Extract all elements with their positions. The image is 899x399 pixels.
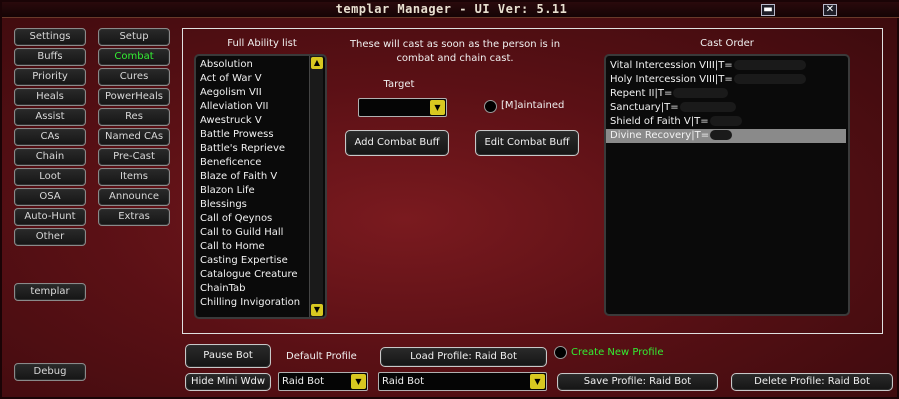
nav-button-pre-cast[interactable]: Pre-Cast (98, 148, 170, 166)
nav-button-assist[interactable]: Assist (14, 108, 86, 126)
list-item[interactable]: ChainTab (196, 282, 308, 296)
scroll-up-icon[interactable]: ▲ (311, 57, 323, 69)
profile-select[interactable]: Raid Bot ▼ (378, 372, 547, 391)
redacted-target (709, 116, 742, 126)
list-item[interactable]: Battle's Reprieve (196, 142, 308, 156)
list-item[interactable]: Repent II|T= (606, 87, 846, 101)
chevron-down-icon[interactable]: ▼ (530, 374, 545, 389)
list-item[interactable]: Battle Prowess (196, 128, 308, 142)
combat-panel: Full Ability list Absolution Act of War … (182, 28, 883, 334)
hide-mini-window-button[interactable]: Hide Mini Wdw (185, 373, 271, 391)
title-bar[interactable]: templar Manager - UI Ver: 5.11 ▬ ✕ (2, 2, 899, 18)
profile-tag-button[interactable]: templar (14, 283, 86, 301)
nav-button-cas[interactable]: CAs (14, 128, 86, 146)
delete-profile-button[interactable]: Delete Profile: Raid Bot (731, 373, 893, 391)
list-item[interactable]: Casting Expertise (196, 254, 308, 268)
redacted-target (733, 74, 806, 84)
list-item[interactable]: Call of Qeynos (196, 212, 308, 226)
list-item[interactable]: Aegolism VII (196, 86, 308, 100)
nav-button-osa[interactable]: OSA (14, 188, 86, 206)
debug-button[interactable]: Debug (14, 363, 86, 381)
nav-button-announce[interactable]: Announce (98, 188, 170, 206)
add-combat-buff-button[interactable]: Add Combat Buff (345, 130, 449, 156)
nav-button-powerheals[interactable]: PowerHeals (98, 88, 170, 106)
info-text-line-1: These will cast as soon as the person is… (349, 39, 561, 50)
nav-button-cures[interactable]: Cures (98, 68, 170, 86)
list-item[interactable]: Call to Home (196, 240, 308, 254)
cast-order-listbox[interactable]: Vital Intercession VIII|T= Holy Interces… (604, 54, 850, 316)
save-profile-button[interactable]: Save Profile: Raid Bot (557, 373, 718, 391)
chevron-down-icon[interactable]: ▼ (351, 374, 366, 389)
nav-button-combat[interactable]: Combat (98, 48, 170, 66)
nav-button-other[interactable]: Other (14, 228, 86, 246)
nav-button-loot[interactable]: Loot (14, 168, 86, 186)
nav-button-extras[interactable]: Extras (98, 208, 170, 226)
nav-button-res[interactable]: Res (98, 108, 170, 126)
nav-button-auto-hunt[interactable]: Auto-Hunt (14, 208, 86, 226)
load-profile-button[interactable]: Load Profile: Raid Bot (380, 347, 547, 367)
close-icon[interactable]: ✕ (823, 4, 837, 16)
cast-order-title: Cast Order (700, 38, 754, 49)
minimize-icon[interactable]: ▬ (761, 4, 775, 16)
list-item[interactable]: Awestruck V (196, 114, 308, 128)
maintained-label: [M]aintained (501, 100, 565, 111)
profile-value: Raid Bot (382, 376, 425, 387)
nav-button-heals[interactable]: Heals (14, 88, 86, 106)
list-item[interactable]: Catalogue Creature (196, 268, 308, 282)
redacted-target (710, 130, 733, 140)
target-select[interactable]: ▼ (358, 98, 447, 117)
list-item[interactable]: Blaze of Faith V (196, 170, 308, 184)
info-text-line-2: combat and chain cast. (396, 53, 514, 64)
ability-scrollbar[interactable]: ▲ ▼ (309, 56, 323, 317)
redacted-target (733, 60, 806, 70)
list-item[interactable]: Blessings (196, 198, 308, 212)
chevron-down-icon[interactable]: ▼ (430, 100, 445, 115)
list-item[interactable]: Chilling Invigoration (196, 296, 308, 310)
pause-bot-button[interactable]: Pause Bot (185, 344, 271, 368)
redacted-target (679, 102, 736, 112)
list-item[interactable]: Act of War V (196, 72, 308, 86)
default-profile-select[interactable]: Raid Bot ▼ (278, 372, 368, 391)
ability-list-title: Full Ability list (227, 38, 297, 49)
scroll-down-icon[interactable]: ▼ (311, 304, 323, 316)
create-new-profile-label: Create New Profile (571, 347, 664, 358)
nav-button-buffs[interactable]: Buffs (14, 48, 86, 66)
list-item[interactable]: Vital Intercession VIII|T= (606, 59, 846, 73)
nav-button-chain[interactable]: Chain (14, 148, 86, 166)
list-item[interactable]: Alleviation VII (196, 100, 308, 114)
target-label: Target (383, 79, 415, 90)
edit-combat-buff-button[interactable]: Edit Combat Buff (475, 130, 579, 156)
list-item[interactable]: Shield of Faith V|T= (606, 115, 846, 129)
nav-button-settings[interactable]: Settings (14, 28, 86, 46)
list-item-selected[interactable]: Divine Recovery|T= (606, 129, 846, 143)
maintained-radio[interactable] (484, 100, 497, 113)
create-new-profile-radio[interactable] (554, 346, 567, 359)
nav-button-priority[interactable]: Priority (14, 68, 86, 86)
nav-button-setup[interactable]: Setup (98, 28, 170, 46)
manager-window: templar Manager - UI Ver: 5.11 ▬ ✕ Setti… (0, 0, 899, 399)
list-item[interactable]: Call to Guild Hall (196, 226, 308, 240)
default-profile-label: Default Profile (286, 351, 357, 362)
ability-listbox[interactable]: Absolution Act of War V Aegolism VII All… (194, 54, 327, 319)
redacted-target (673, 88, 729, 98)
nav-button-items[interactable]: Items (98, 168, 170, 186)
list-item[interactable]: Absolution (196, 58, 308, 72)
list-item[interactable]: Beneficence (196, 156, 308, 170)
list-item[interactable]: Sanctuary|T= (606, 101, 846, 115)
list-item[interactable]: Blazon Life (196, 184, 308, 198)
list-item[interactable]: Holy Intercession VIII|T= (606, 73, 846, 87)
nav-button-named-cas[interactable]: Named CAs (98, 128, 170, 146)
default-profile-value: Raid Bot (282, 376, 325, 387)
